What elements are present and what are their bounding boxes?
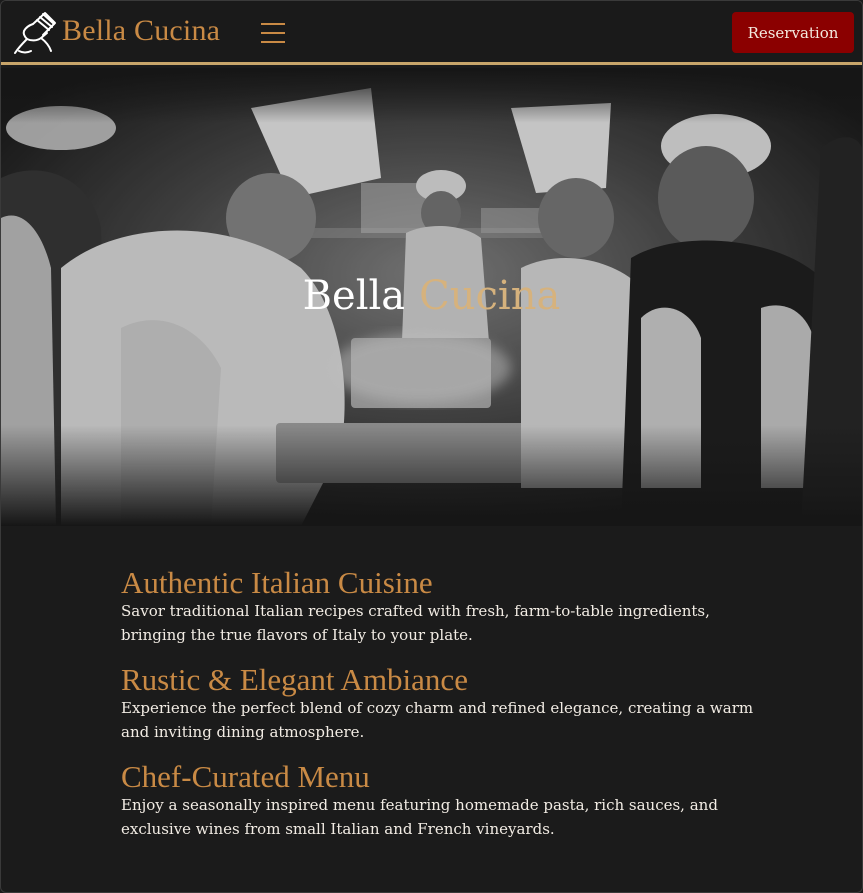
hero-title-word1: Bella bbox=[302, 273, 406, 319]
feature-text: Enjoy a seasonally inspired menu featuri… bbox=[121, 796, 718, 838]
feature-item: Chef-Curated Menu Enjoy a seasonally ins… bbox=[121, 760, 761, 841]
hamburger-menu-icon[interactable] bbox=[261, 23, 287, 43]
navbar: Bella Cucina Reservation bbox=[1, 1, 862, 65]
brand-name[interactable]: Bella Cucina bbox=[62, 14, 220, 48]
reservation-button[interactable]: Reservation bbox=[732, 12, 854, 53]
hero-title: Bella Cucina bbox=[1, 273, 862, 319]
hand-holding-utensils-icon[interactable] bbox=[11, 7, 63, 57]
feature-title: Chef-Curated Menu bbox=[121, 759, 370, 794]
feature-title: Rustic & Elegant Ambiance bbox=[121, 662, 468, 697]
page: Bella Cucina Reservation Bella Cucina Au… bbox=[0, 0, 863, 893]
feature-text: Savor traditional Italian recipes crafte… bbox=[121, 602, 710, 644]
hero-banner: Bella Cucina bbox=[1, 68, 862, 526]
feature-title: Authentic Italian Cuisine bbox=[121, 565, 433, 600]
features-section: Authentic Italian Cuisine Savor traditio… bbox=[121, 566, 761, 857]
feature-item: Authentic Italian Cuisine Savor traditio… bbox=[121, 566, 761, 647]
hero-title-word2: Cucina bbox=[419, 273, 561, 319]
feature-item: Rustic & Elegant Ambiance Experience the… bbox=[121, 663, 761, 744]
feature-text: Experience the perfect blend of cozy cha… bbox=[121, 699, 754, 741]
